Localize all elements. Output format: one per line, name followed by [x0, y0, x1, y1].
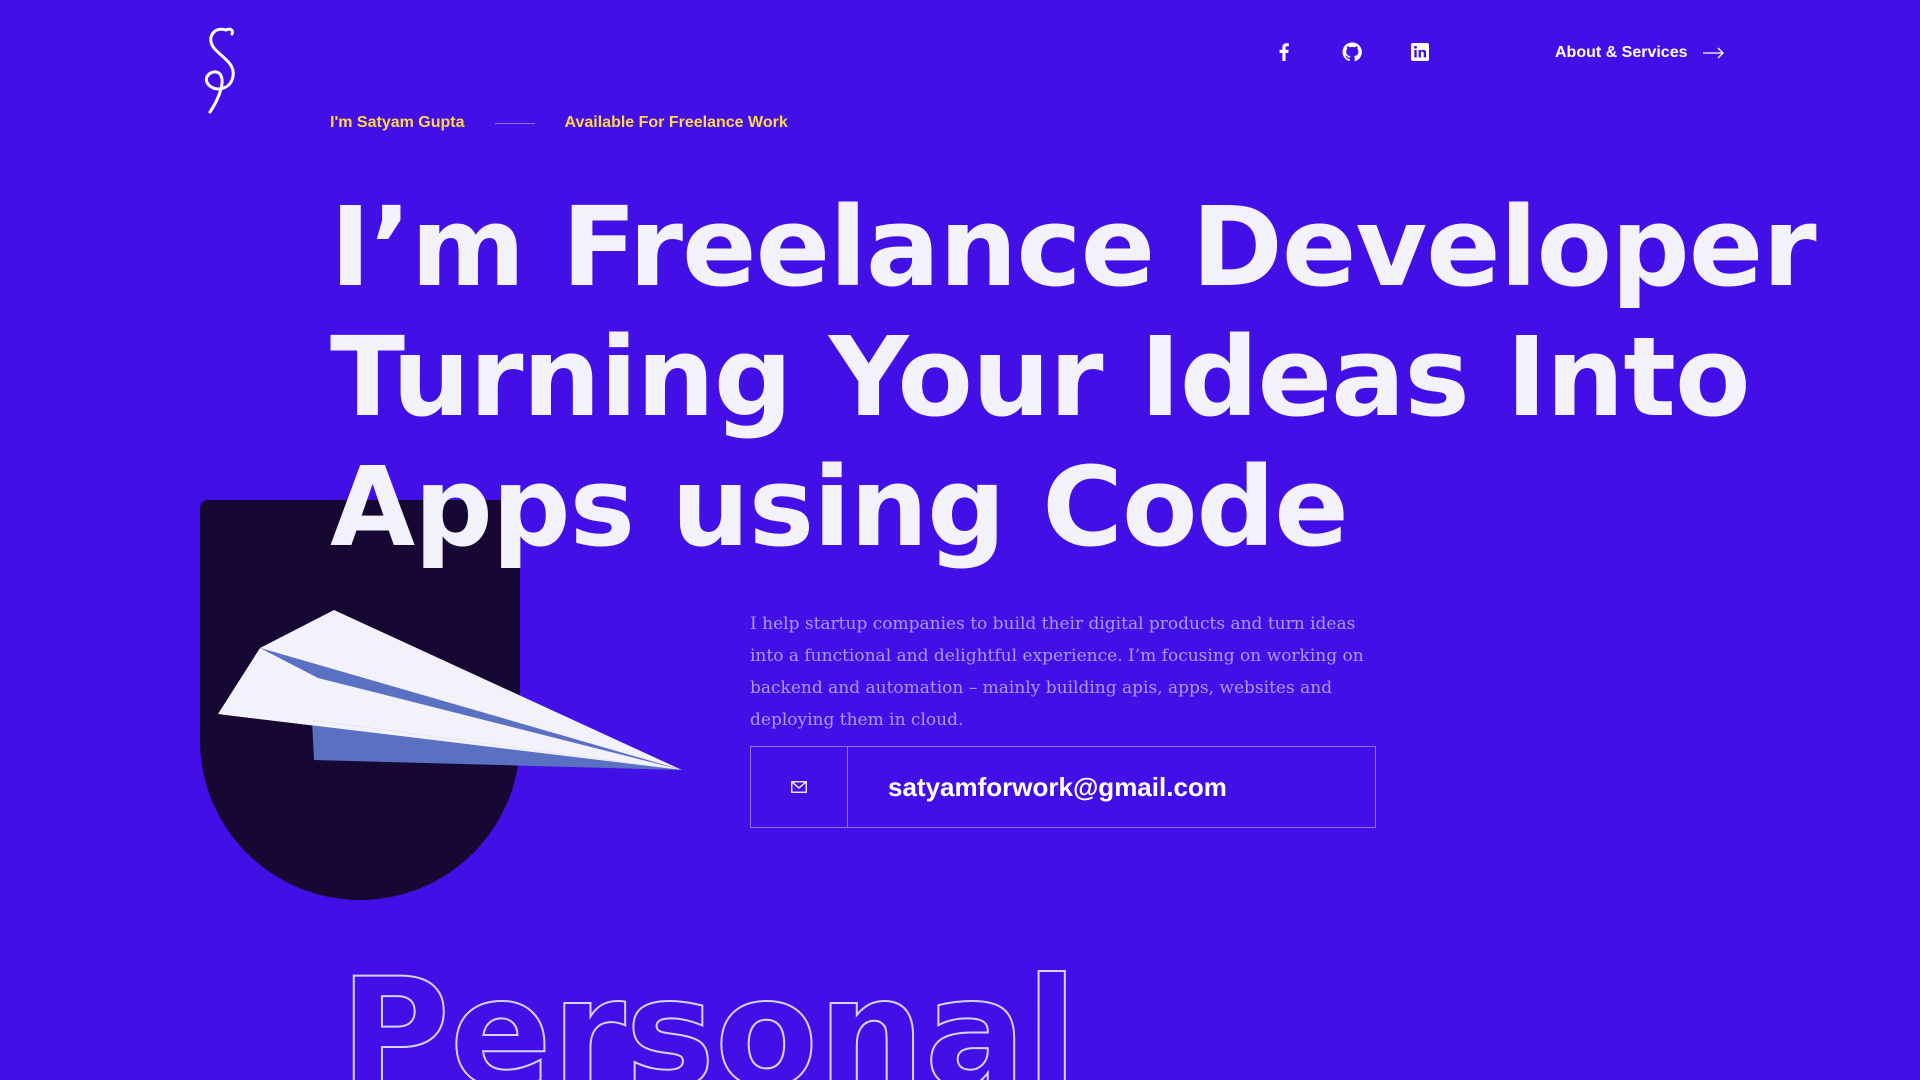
- mail-icon: [791, 781, 807, 793]
- about-services-label: About & Services: [1555, 44, 1688, 61]
- intro-divider: [494, 122, 535, 124]
- intro-name: I'm Satyam Gupta: [330, 114, 465, 131]
- personal-outline-text: Personal: [340, 947, 1077, 1080]
- signature-s-logo[interactable]: [196, 24, 244, 116]
- paper-plane-icon: [218, 610, 682, 770]
- personal-section-title: Personal: [339, 946, 1078, 1080]
- arrow-right-icon: [1703, 47, 1725, 59]
- hero-headline: I’m Freelance Developer Turning Your Ide…: [330, 182, 1817, 572]
- hero-line-1: I’m Freelance Developer: [330, 183, 1817, 311]
- about-services-link[interactable]: About & Services: [1555, 44, 1725, 62]
- email-address: satyamforwork@gmail.com: [888, 771, 1227, 802]
- hero-line-3: Apps using Code: [330, 443, 1349, 571]
- email-contact-button[interactable]: satyamforwork@gmail.com: [750, 746, 1376, 828]
- facebook-icon[interactable]: [1272, 40, 1296, 64]
- social-links: [1272, 40, 1432, 64]
- landing-page: About & Services I'm Satyam Gupta Availa…: [0, 0, 1920, 1080]
- intro-row: I'm Satyam Gupta Available For Freelance…: [330, 114, 788, 132]
- github-icon[interactable]: [1340, 40, 1364, 64]
- email-icon-cell: [751, 747, 848, 827]
- availability-label: Available For Freelance Work: [564, 114, 788, 131]
- hero-line-2: Turning Your Ideas Into: [330, 313, 1751, 441]
- linkedin-icon[interactable]: [1408, 40, 1432, 64]
- hero-description: I help startup companies to build their …: [750, 614, 1364, 730]
